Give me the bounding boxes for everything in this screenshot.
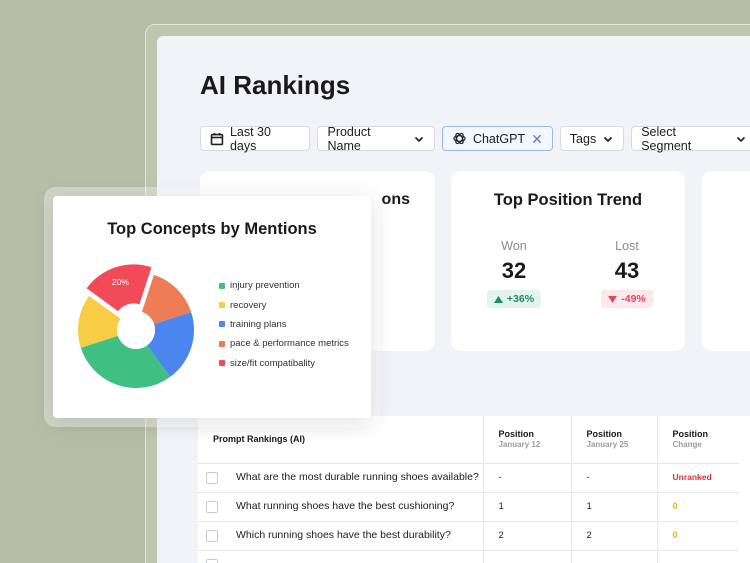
legend-item: recovery [219,295,349,314]
row-checkbox[interactable] [206,471,218,484]
change-cell [656,550,739,563]
prompt-cell: What are the most durable running shoes … [198,463,483,493]
legend-label: pace & performance metrics [230,338,349,350]
legend-swatch [219,302,225,309]
legend-item: pace & performance metrics [219,334,349,353]
lost-delta: -49% [621,293,646,305]
header-jan25[interactable]: Position January 25 [570,416,657,464]
row-checkbox[interactable] [206,529,218,542]
header-change[interactable]: Position Change [656,416,739,464]
header-jan12-sub: January 12 [498,440,541,450]
legend-item: size/fit compatibality [219,354,349,373]
won-label: Won [501,239,527,253]
trend-title: Top Position Trend [493,191,643,209]
header-change-label: Position [672,429,709,440]
header-jan12-label: Position [498,429,535,440]
tags-dropdown[interactable]: Tags [559,126,625,151]
page-title: AI Rankings [200,70,351,100]
jan25-cell: - [570,463,657,493]
filter-bar: Last 30 days Product Name ChatGPT ✕ Tags… [200,124,750,153]
close-icon[interactable]: ✕ [531,132,543,146]
mentions-card-title: ons [381,191,410,208]
header-jan12[interactable]: Position January 12 [482,416,571,464]
product-name-dropdown[interactable]: Product Name [317,124,435,153]
pie-chart: 20% [78,264,194,388]
row-checkbox[interactable] [206,500,218,513]
concepts-chart-card: Top Concepts by Mentions 20% injury prev… [53,196,371,418]
date-range-label: Last 30 days [229,124,271,153]
segment-label: Select Segment [641,124,692,153]
change-value: 0 [672,501,678,511]
table-row[interactable]: Which running shoes have the best durabi… [198,521,739,551]
legend-label: training plans [230,318,287,330]
openai-icon [453,132,466,145]
chart-legend: injury prevention recovery training plans p… [219,276,349,373]
lost-stat: Lost 43 -49% [582,239,672,308]
chevron-down-icon [736,136,746,142]
change-cell: 0 [656,521,739,551]
prompt-cell: Which running shoes have the best durabi… [198,521,483,551]
legend-label: recovery [230,299,267,311]
lost-label: Lost [615,239,639,253]
change-value: Unranked [672,472,712,482]
legend-swatch [219,340,225,347]
table-row[interactable]: What running shoes have the best cushion… [198,492,739,522]
table-row[interactable] [198,550,739,563]
prompt-cell: What running shoes have the best cushion… [198,492,483,522]
change-cell: Unranked [656,463,739,493]
header-jan25-sub: January 25 [586,440,629,450]
won-stat: Won 32 +36% [469,239,559,308]
jan12-cell: - [482,463,571,493]
table-row[interactable]: What are the most durable running shoes … [198,463,739,493]
rankings-table: Prompt Rankings (AI) Position January 12… [198,416,750,563]
header-jan25-label: Position [586,429,623,440]
jan12-cell: 1 [482,492,571,522]
prompt-text: What are the most durable running shoes … [236,471,479,484]
legend-label: size/fit compatibality [230,357,316,369]
jan25-cell: 1 [570,492,657,522]
jan25-cell: 2 [482,521,571,551]
pie-center-hole [117,311,155,349]
legend-swatch [219,360,225,367]
date-range-filter[interactable]: Last 30 days [200,124,311,153]
arrow-up-icon [493,295,503,303]
won-delta-badge: +36% [486,290,542,308]
jan25-cell: 2 [570,521,657,551]
chevron-down-icon [604,136,613,142]
chatgpt-filter-chip[interactable]: ChatGPT ✕ [441,126,553,151]
lost-delta-badge: -49% [601,290,653,308]
header-prompt[interactable]: Prompt Rankings (AI) [198,416,483,464]
legend-swatch [219,321,225,328]
segment-dropdown[interactable]: Select Segment [631,124,750,153]
position-trend-card: Top Position Trend Won 32 +36% Lost 43 -… [451,171,685,351]
legend-item: injury prevention [219,276,349,295]
third-card [702,171,750,351]
jan12-cell [482,550,571,563]
prompt-text: Which running shoes have the best durabi… [236,529,451,542]
product-name-label: Product Name [327,124,371,153]
won-delta: +36% [506,293,535,305]
chart-title: Top Concepts by Mentions [107,220,317,238]
won-value: 32 [501,258,527,283]
lost-value: 43 [614,258,640,283]
tags-label: Tags [569,131,597,146]
legend-item: training plans [219,315,349,334]
legend-swatch [219,282,225,289]
prompt-cell [198,550,483,563]
change-value: 0 [672,530,678,540]
legend-label: injury prevention [230,280,300,292]
prompt-text: What running shoes have the best cushion… [236,500,455,513]
calendar-icon [210,132,224,145]
header-prompt-label: Prompt Rankings (AI) [213,434,306,445]
chevron-down-icon [414,136,424,142]
change-cell: 0 [656,492,739,522]
chatgpt-label: ChatGPT [472,131,526,146]
table-header-row: Prompt Rankings (AI) Position January 12… [198,416,739,464]
header-change-sub: Change [672,440,702,450]
jan25-cell [570,550,657,563]
row-checkbox[interactable] [206,558,218,563]
pie-data-label: 20% [112,277,129,287]
arrow-down-icon [608,295,618,303]
